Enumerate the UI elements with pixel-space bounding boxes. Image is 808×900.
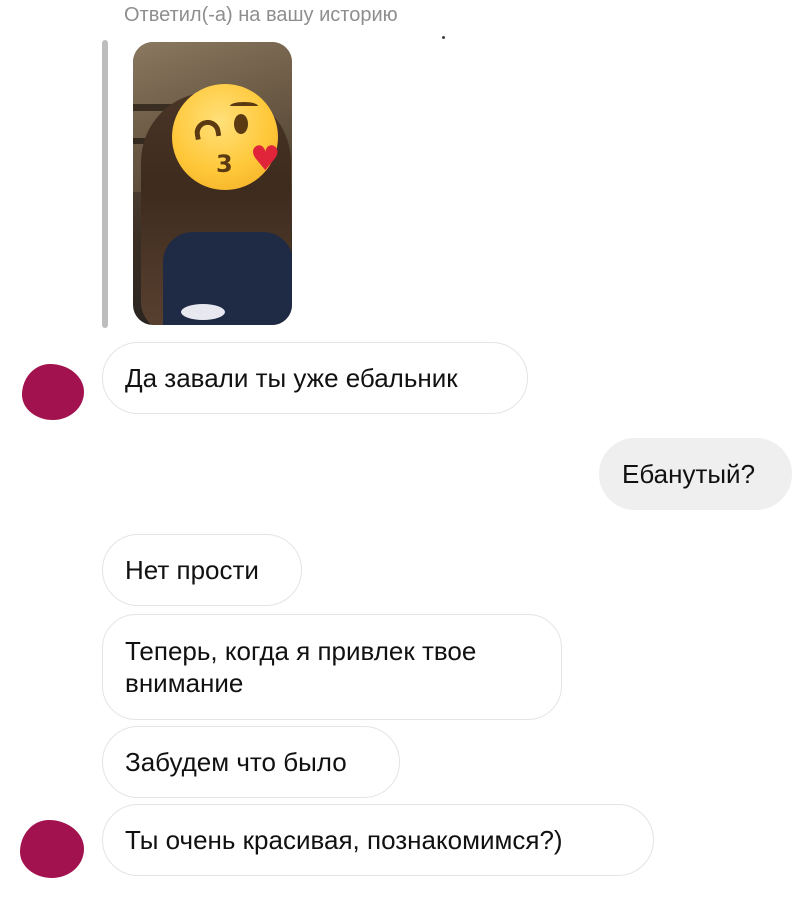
message-bubble-incoming[interactable]: Теперь, когда я привлек твое внимание	[102, 614, 562, 720]
sender-avatar[interactable]	[20, 820, 84, 878]
kissing-face-with-heart-icon: 3 ♥	[172, 84, 281, 190]
message-text: Ты очень красивая, познакомимся?)	[125, 825, 563, 855]
story-shirt-logo	[181, 304, 225, 320]
story-reply-bar	[102, 40, 108, 328]
message-bubble-incoming[interactable]: Забудем что было	[102, 726, 400, 798]
story-reply-caption: Ответил(-а) на вашу историю	[124, 4, 398, 26]
emoji-brow	[230, 102, 258, 110]
message-text: Нет прости	[125, 555, 259, 585]
emoji-wink-eye	[192, 117, 222, 141]
message-text: Теперь, когда я привлек твое внимание	[125, 636, 477, 698]
message-text: Да завали ты уже ебальник	[125, 363, 458, 393]
emoji-open-eye	[234, 114, 248, 134]
heart-icon: ♥	[250, 139, 281, 179]
emoji-kiss-mouth: 3	[216, 150, 233, 178]
message-bubble-outgoing[interactable]: Ебанутый?	[599, 438, 792, 510]
decorative-dot	[442, 36, 445, 39]
message-text: Ебанутый?	[622, 459, 756, 489]
message-bubble-incoming[interactable]: Нет прости	[102, 534, 302, 606]
sender-avatar[interactable]	[22, 364, 84, 420]
message-text: Забудем что было	[125, 747, 347, 777]
message-bubble-incoming[interactable]: Ты очень красивая, познакомимся?)	[102, 804, 654, 876]
message-bubble-incoming[interactable]: Да завали ты уже ебальник	[102, 342, 528, 414]
